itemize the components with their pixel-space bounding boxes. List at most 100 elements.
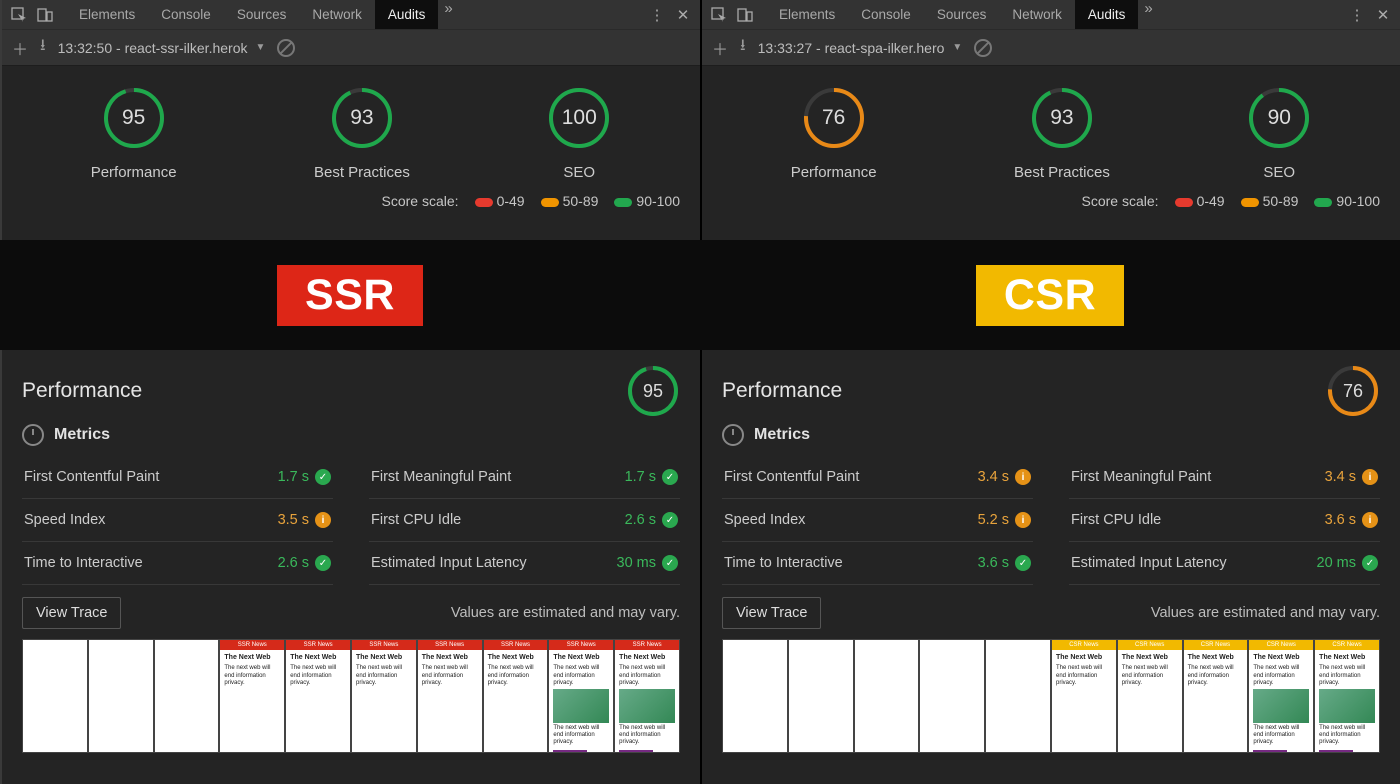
check-icon: ✓ bbox=[662, 469, 678, 485]
device-icon[interactable] bbox=[734, 4, 756, 26]
filmstrip-frame[interactable]: SSR News The Next Web The next web will … bbox=[285, 639, 351, 753]
filmstrip-frame[interactable]: CSR News The Next Web The next web will … bbox=[1314, 639, 1380, 753]
score-value: 93 bbox=[1030, 86, 1094, 150]
metric-name: First Contentful Paint bbox=[724, 469, 859, 485]
more-tabs-icon[interactable]: » bbox=[444, 0, 452, 29]
metric-row[interactable]: Time to Interactive 2.6 s ✓ bbox=[22, 542, 333, 585]
score-seo[interactable]: 90 SEO bbox=[1247, 86, 1311, 181]
filmstrip-frame[interactable] bbox=[919, 639, 985, 753]
check-icon: ✓ bbox=[1015, 555, 1031, 571]
score-best practices[interactable]: 93 Best Practices bbox=[1014, 86, 1110, 181]
tab-sources[interactable]: Sources bbox=[224, 0, 300, 29]
clear-icon[interactable] bbox=[277, 39, 295, 57]
filmstrip-frame[interactable] bbox=[985, 639, 1051, 753]
inspect-icon[interactable] bbox=[708, 4, 730, 26]
metric-row[interactable]: First CPU Idle 3.6 s i bbox=[1069, 499, 1380, 542]
filmstrip-frame[interactable]: CSR News The Next Web The next web will … bbox=[1248, 639, 1314, 753]
close-icon[interactable]: ✕ bbox=[672, 6, 694, 24]
score-scale-avg: 50-89 bbox=[541, 193, 599, 209]
info-icon: i bbox=[1362, 469, 1378, 485]
audit-title[interactable]: 13:32:50 - react-ssr-ilker.herok bbox=[58, 40, 248, 56]
device-icon[interactable] bbox=[34, 4, 56, 26]
metric-row[interactable]: First Contentful Paint 3.4 s i bbox=[722, 456, 1033, 499]
metrics-grid: First Contentful Paint 3.4 s i First Mea… bbox=[722, 456, 1380, 585]
tab-network[interactable]: Network bbox=[299, 0, 375, 29]
filmstrip-frame[interactable]: SSR News The Next Web The next web will … bbox=[417, 639, 483, 753]
more-tabs-icon[interactable]: » bbox=[1144, 0, 1152, 29]
metric-row[interactable]: Estimated Input Latency 30 ms ✓ bbox=[369, 542, 680, 585]
filmstrip-frame[interactable]: CSR News The Next Web The next web will … bbox=[1117, 639, 1183, 753]
metric-value: 20 ms ✓ bbox=[1317, 555, 1379, 571]
kebab-menu-icon[interactable]: ⋮ bbox=[1346, 6, 1368, 24]
tab-audits[interactable]: Audits bbox=[375, 0, 439, 29]
audit-title[interactable]: 13:33:27 - react-spa-ilker.hero bbox=[758, 40, 945, 56]
score-performance[interactable]: 76 Performance bbox=[791, 86, 877, 181]
score-label: Performance bbox=[91, 164, 177, 181]
inspect-icon[interactable] bbox=[8, 4, 30, 26]
ssr-scores-panel: ElementsConsoleSourcesNetworkAudits » ⋮ … bbox=[0, 0, 700, 240]
kebab-menu-icon[interactable]: ⋮ bbox=[646, 6, 668, 24]
metric-value: 1.7 s ✓ bbox=[625, 469, 678, 485]
filmstrip-frame[interactable] bbox=[154, 639, 220, 753]
metric-row[interactable]: First Meaningful Paint 1.7 s ✓ bbox=[369, 456, 680, 499]
view-trace-button[interactable]: View Trace bbox=[722, 597, 821, 629]
chevron-down-icon[interactable]: ▼ bbox=[952, 42, 962, 53]
metric-name: First Contentful Paint bbox=[24, 469, 159, 485]
audit-bar: ＋ ⭳ 13:33:27 - react-spa-ilker.hero ▼ bbox=[702, 30, 1400, 66]
tab-console[interactable]: Console bbox=[848, 0, 924, 29]
metric-row[interactable]: First Contentful Paint 1.7 s ✓ bbox=[22, 456, 333, 499]
score-performance[interactable]: 95 Performance bbox=[91, 86, 177, 181]
metric-name: Estimated Input Latency bbox=[371, 555, 527, 571]
score-label: Best Practices bbox=[1014, 164, 1110, 181]
csr-perf-panel: Performance 76 Metrics First Contentful … bbox=[700, 350, 1400, 784]
metrics-heading[interactable]: Metrics bbox=[722, 424, 1380, 446]
metric-row[interactable]: First CPU Idle 2.6 s ✓ bbox=[369, 499, 680, 542]
metric-value: 30 ms ✓ bbox=[617, 555, 679, 571]
new-audit-icon[interactable]: ＋ bbox=[712, 36, 728, 60]
tab-sources[interactable]: Sources bbox=[924, 0, 1000, 29]
metric-row[interactable]: First Meaningful Paint 3.4 s i bbox=[1069, 456, 1380, 499]
filmstrip-frame[interactable]: CSR News The Next Web The next web will … bbox=[1051, 639, 1117, 753]
download-icon[interactable]: ⭳ bbox=[740, 34, 746, 61]
filmstrip-frame[interactable] bbox=[788, 639, 854, 753]
filmstrip-frame[interactable]: SSR News The Next Web The next web will … bbox=[548, 639, 614, 753]
filmstrip-frame[interactable] bbox=[88, 639, 154, 753]
metric-row[interactable]: Speed Index 5.2 s i bbox=[722, 499, 1033, 542]
new-audit-icon[interactable]: ＋ bbox=[12, 36, 28, 60]
metric-row[interactable]: Speed Index 3.5 s i bbox=[22, 499, 333, 542]
score-scale-fail: 0-49 bbox=[1175, 193, 1225, 209]
filmstrip-frame[interactable] bbox=[722, 639, 788, 753]
metric-name: First Meaningful Paint bbox=[371, 469, 511, 485]
filmstrip-frame[interactable] bbox=[22, 639, 88, 753]
filmstrip: SSR News The Next Web The next web will … bbox=[22, 639, 680, 753]
metric-name: Speed Index bbox=[724, 512, 805, 528]
tab-elements[interactable]: Elements bbox=[766, 0, 848, 29]
filmstrip-frame[interactable]: SSR News The Next Web The next web will … bbox=[351, 639, 417, 753]
metric-row[interactable]: Estimated Input Latency 20 ms ✓ bbox=[1069, 542, 1380, 585]
score-scale-label: Score scale: bbox=[382, 193, 459, 209]
score-seo[interactable]: 100 SEO bbox=[547, 86, 611, 181]
score-best practices[interactable]: 93 Best Practices bbox=[314, 86, 410, 181]
info-icon: i bbox=[1015, 512, 1031, 528]
filmstrip-frame[interactable]: CSR News The Next Web The next web will … bbox=[1183, 639, 1249, 753]
download-icon[interactable]: ⭳ bbox=[40, 34, 46, 61]
tab-console[interactable]: Console bbox=[148, 0, 224, 29]
view-trace-button[interactable]: View Trace bbox=[22, 597, 121, 629]
metric-row[interactable]: Time to Interactive 3.6 s ✓ bbox=[722, 542, 1033, 585]
score-value: 76 bbox=[802, 86, 866, 150]
score-scale: Score scale: 0-49 50-89 90-100 bbox=[2, 187, 700, 209]
devtools-tabs: ElementsConsoleSourcesNetworkAudits » bbox=[66, 0, 453, 29]
filmstrip-frame[interactable]: SSR News The Next Web The next web will … bbox=[219, 639, 285, 753]
close-icon[interactable]: ✕ bbox=[1372, 6, 1394, 24]
tab-elements[interactable]: Elements bbox=[66, 0, 148, 29]
csr-badge: CSR bbox=[976, 265, 1124, 326]
chevron-down-icon[interactable]: ▼ bbox=[255, 42, 265, 53]
filmstrip-frame[interactable]: SSR News The Next Web The next web will … bbox=[483, 639, 549, 753]
tab-network[interactable]: Network bbox=[999, 0, 1075, 29]
metrics-heading[interactable]: Metrics bbox=[22, 424, 680, 446]
clear-icon[interactable] bbox=[974, 39, 992, 57]
filmstrip-frame[interactable] bbox=[854, 639, 920, 753]
filmstrip-frame[interactable]: SSR News The Next Web The next web will … bbox=[614, 639, 680, 753]
tab-audits[interactable]: Audits bbox=[1075, 0, 1139, 29]
score-value: 100 bbox=[547, 86, 611, 150]
